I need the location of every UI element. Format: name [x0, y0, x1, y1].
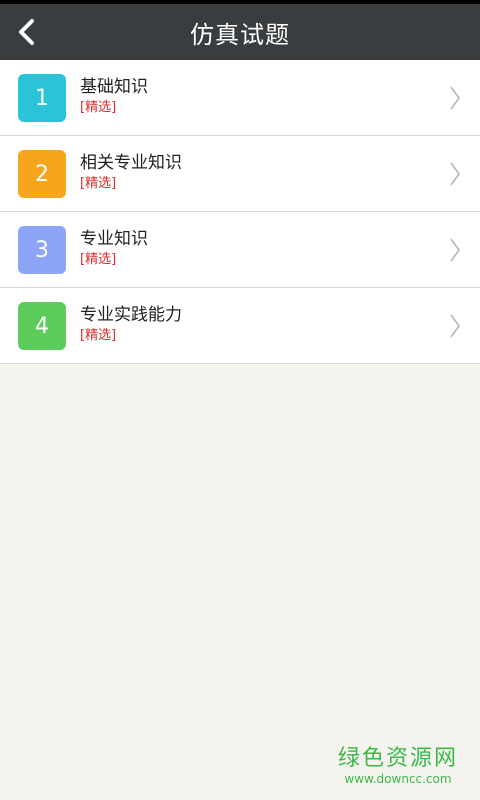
watermark-cn: 绿色资源网	[337, 746, 458, 771]
item-number-badge: 2	[18, 150, 66, 198]
watermark: 绿色资源网 www.downcc.com	[338, 746, 458, 786]
item-number-badge: 4	[18, 302, 66, 350]
page-title: 仿真试题	[190, 20, 290, 49]
chevron-right-icon	[450, 238, 460, 262]
question-list: 1 基础知识 [精选] 2 相关专业知识 [精选] 3 专业知识 [精选] 4	[0, 60, 480, 364]
item-tag: [精选]	[80, 252, 117, 267]
chevron-right-icon	[450, 86, 460, 110]
item-title: 相关专业知识	[80, 153, 182, 173]
list-item[interactable]: 1 基础知识 [精选]	[0, 60, 480, 136]
item-tag: [精选]	[80, 328, 117, 343]
item-number-badge: 3	[18, 226, 66, 274]
item-title: 专业实践能力	[80, 305, 182, 325]
list-item[interactable]: 4 专业实践能力 [精选]	[0, 288, 480, 364]
item-tag: [精选]	[80, 176, 117, 191]
app-header: 仿真试题	[0, 4, 480, 60]
chevron-right-icon	[450, 162, 460, 186]
chevron-left-icon	[19, 19, 34, 45]
item-tag: [精选]	[80, 100, 117, 115]
watermark-en: www.downcc.com	[344, 772, 452, 786]
back-button[interactable]	[0, 4, 52, 60]
list-item[interactable]: 2 相关专业知识 [精选]	[0, 136, 480, 212]
list-item[interactable]: 3 专业知识 [精选]	[0, 212, 480, 288]
item-number-badge: 1	[18, 74, 66, 122]
item-title: 基础知识	[80, 77, 148, 97]
item-title: 专业知识	[80, 229, 148, 249]
chevron-right-icon	[450, 314, 460, 338]
